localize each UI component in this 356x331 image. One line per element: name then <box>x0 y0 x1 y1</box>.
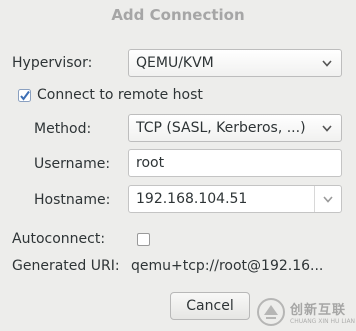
checkmark-icon <box>18 89 31 102</box>
watermark-text: 创新互联 <box>290 302 347 318</box>
logo-icon <box>257 297 285 326</box>
watermark: 创新互联 CHUANG XIN HU LIAN <box>256 292 356 331</box>
hypervisor-value: QEMU/KVM <box>136 55 214 71</box>
chevron-down-icon <box>321 50 333 76</box>
remote-host-label[interactable]: Connect to remote host <box>37 87 203 103</box>
username-label: Username: <box>34 156 111 172</box>
hypervisor-select[interactable]: QEMU/KVM <box>128 49 342 77</box>
hostname-dropdown-button[interactable] <box>314 186 341 212</box>
method-select[interactable]: TCP (SASL, Kerberos, ...) <box>128 114 342 142</box>
remote-host-checkbox[interactable] <box>18 88 31 102</box>
generated-uri-value: qemu+tcp://root@192.16... <box>131 258 324 274</box>
hostname-label: Hostname: <box>34 192 111 208</box>
username-input[interactable]: root <box>128 149 342 177</box>
autoconnect-label: Autoconnect: <box>12 231 106 247</box>
watermark-subtext: CHUANG XIN HU LIAN <box>290 317 356 325</box>
autoconnect-checkbox[interactable] <box>137 233 150 246</box>
add-connection-dialog: Add Connection Hypervisor: QEMU/KVM Conn… <box>0 0 356 331</box>
chevron-down-icon <box>321 115 333 141</box>
chevron-down-icon <box>323 195 333 203</box>
dialog-title: Add Connection <box>111 6 245 24</box>
method-label: Method: <box>34 121 92 137</box>
hostname-combo[interactable]: 192.168.104.51 <box>128 185 342 213</box>
method-value: TCP (SASL, Kerberos, ...) <box>136 120 306 136</box>
hypervisor-label: Hypervisor: <box>12 55 93 71</box>
generated-uri-label: Generated URI: <box>12 258 120 274</box>
hostname-input[interactable]: 192.168.104.51 <box>136 191 247 207</box>
cancel-button[interactable]: Cancel <box>170 292 250 320</box>
